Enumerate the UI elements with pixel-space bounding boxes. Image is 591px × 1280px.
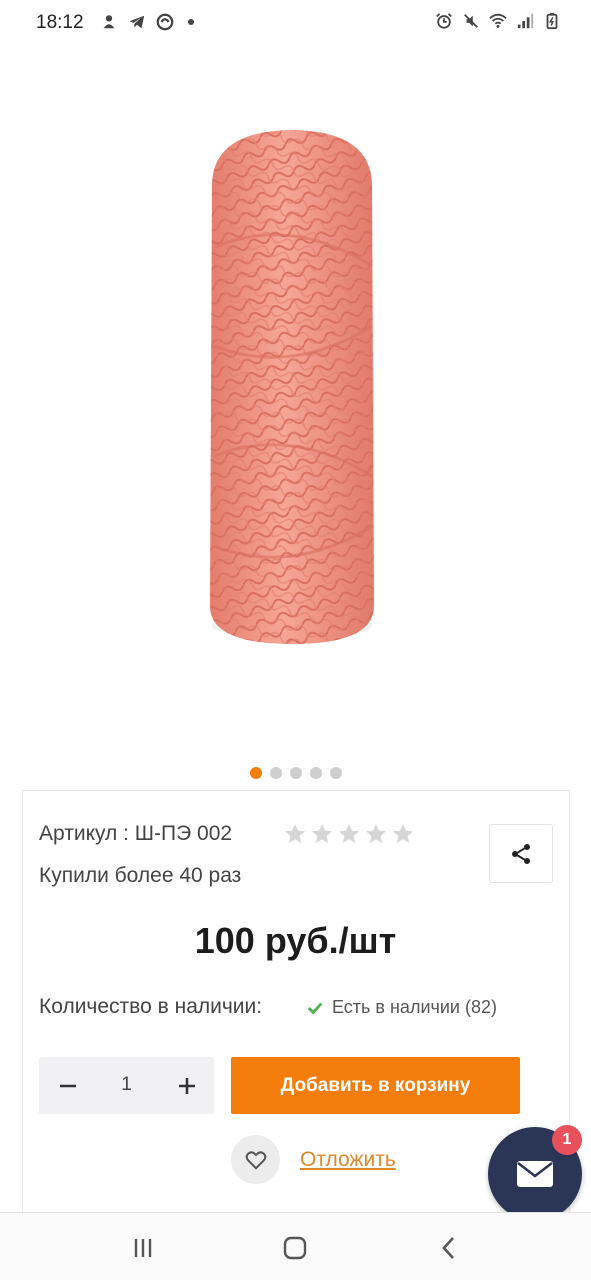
notification-icon xyxy=(103,15,115,29)
signal-icon xyxy=(517,13,534,29)
rating-stars[interactable] xyxy=(283,822,415,846)
gallery-dot-2[interactable] xyxy=(270,767,282,779)
quantity-input[interactable] xyxy=(99,1074,154,1096)
star-icon[interactable] xyxy=(364,822,388,846)
quantity-stepper xyxy=(39,1057,214,1114)
recent-apps-icon xyxy=(134,1239,152,1257)
home-icon xyxy=(283,1236,307,1260)
minus-icon xyxy=(60,1084,76,1088)
star-icon[interactable] xyxy=(337,822,361,846)
alarm-icon xyxy=(436,13,452,29)
chat-badge: 1 xyxy=(552,1125,582,1155)
heart-icon xyxy=(245,1150,266,1170)
more-notifications-dot xyxy=(188,19,194,25)
gallery-dot-3[interactable] xyxy=(290,767,302,779)
telegram-icon xyxy=(129,15,145,29)
gallery-dot-1[interactable] xyxy=(250,767,262,779)
system-nav-bar xyxy=(0,1212,591,1280)
star-icon[interactable] xyxy=(283,822,307,846)
gallery-pagination xyxy=(250,767,342,779)
star-icon[interactable] xyxy=(310,822,334,846)
wifi-icon xyxy=(489,13,507,28)
back-button[interactable] xyxy=(432,1231,466,1265)
mute-icon xyxy=(464,14,478,28)
product-price: 100 руб./шт xyxy=(194,920,397,961)
stock-status-text: Есть в наличии (82) xyxy=(332,997,497,1017)
star-icon[interactable] xyxy=(391,822,415,846)
gallery-dot-4[interactable] xyxy=(310,767,322,779)
sync-icon xyxy=(156,13,174,31)
purchase-count: Купили более 40 раз xyxy=(39,864,242,887)
stock-label: Количество в наличии: xyxy=(39,995,263,1018)
wishlist-link[interactable]: Отложить xyxy=(300,1148,396,1172)
status-bar: 18:12 xyxy=(0,0,591,46)
recent-apps-button[interactable] xyxy=(126,1231,160,1265)
quantity-decrease-button[interactable] xyxy=(51,1069,85,1103)
battery-icon xyxy=(546,12,558,30)
status-time: 18:12 xyxy=(36,12,84,33)
plus-icon xyxy=(179,1078,195,1094)
home-button[interactable] xyxy=(278,1231,312,1265)
share-button[interactable] xyxy=(489,824,553,883)
wishlist-button[interactable] xyxy=(231,1135,280,1184)
quantity-increase-button[interactable] xyxy=(170,1069,204,1103)
product-gallery[interactable] xyxy=(22,46,570,791)
gallery-dot-5[interactable] xyxy=(330,767,342,779)
share-icon xyxy=(512,843,530,864)
mail-icon xyxy=(517,1161,553,1187)
check-icon xyxy=(307,1002,323,1014)
pink-cord-spool-image xyxy=(210,130,374,644)
product-sku: Артикул : Ш-ПЭ 002 xyxy=(39,822,233,845)
back-icon xyxy=(442,1237,454,1259)
add-to-cart-button[interactable]: Добавить в корзину xyxy=(231,1057,520,1114)
stock-status: Есть в наличии (82) xyxy=(306,997,497,1018)
